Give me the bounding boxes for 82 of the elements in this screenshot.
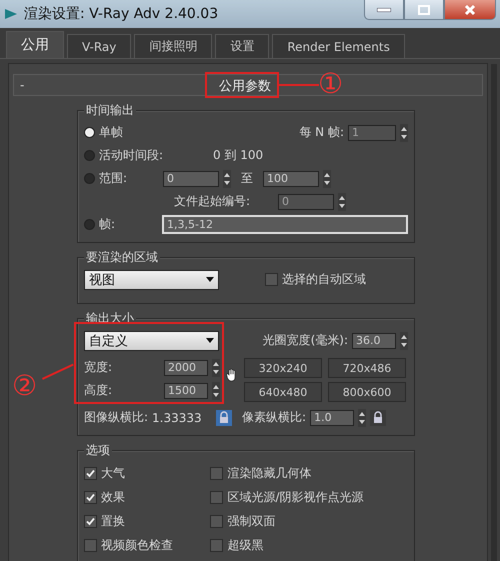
close-icon — [464, 4, 476, 16]
input-field[interactable]: 100 — [263, 170, 319, 186]
group-title: 要渲染的区域 — [84, 249, 160, 266]
aspect-value: 1.33333 — [152, 410, 203, 424]
tab[interactable]: 间接照明 — [134, 34, 212, 58]
close-button[interactable] — [444, 0, 496, 20]
checkbox[interactable] — [210, 466, 224, 480]
checkbox-label: 渲染隐藏几何体 — [227, 464, 312, 482]
spinner-button[interactable] — [223, 170, 231, 188]
checkbox-label: 视频颜色检查 — [101, 536, 173, 554]
radio-button[interactable] — [84, 127, 95, 138]
lock-icon[interactable] — [370, 410, 386, 426]
field-label: 文件起始编号: — [174, 193, 252, 210]
hand-cursor-icon — [226, 366, 238, 384]
tab[interactable]: 设置 — [215, 34, 270, 58]
spinner-button[interactable] — [212, 358, 220, 376]
field-label: 高度: — [84, 382, 114, 399]
input-field[interactable]: 0 — [163, 170, 219, 186]
checkbox-label: 置换 — [101, 512, 125, 530]
option-label: 活动时间段: — [99, 147, 164, 164]
minimize-icon — [377, 8, 391, 12]
radio-button[interactable] — [84, 173, 95, 184]
spinner-button[interactable] — [212, 382, 220, 400]
field-label: 图像纵横比: — [84, 409, 148, 426]
spinner-button[interactable] — [323, 170, 331, 188]
option-label: 范围: — [99, 170, 128, 187]
option-label: 单帧 — [99, 124, 123, 141]
preset-button[interactable]: 800x600 — [328, 382, 406, 402]
group-title: 时间输出 — [84, 102, 136, 119]
preset-button[interactable]: 720x486 — [328, 358, 406, 378]
radio-button[interactable] — [84, 150, 95, 161]
preset-button[interactable]: 640x480 — [244, 382, 322, 402]
input-field[interactable]: 1,3,5-12 — [162, 215, 408, 234]
input-field[interactable]: 36.0 — [352, 332, 396, 348]
checkbox[interactable] — [210, 538, 224, 552]
checkbox-label: 强制双面 — [227, 512, 276, 530]
minimize-button[interactable] — [364, 0, 404, 20]
window-title: 渲染设置: V-Ray Adv 2.40.03 — [24, 5, 218, 23]
rollout-title: 公用参数 — [219, 78, 271, 95]
preset-button[interactable]: 320x240 — [244, 358, 322, 378]
checkbox-label: 区域光源/阴影视作点光源 — [227, 488, 364, 506]
collapse-toggle[interactable]: - — [14, 78, 40, 92]
range-text: 0 到 100 — [213, 147, 264, 164]
lock-icon[interactable] — [216, 410, 232, 426]
maximize-button[interactable] — [404, 0, 444, 20]
maximize-icon — [418, 4, 430, 14]
field-label: 像素纵横比: — [242, 409, 306, 426]
caret-icon — [206, 277, 214, 282]
input-field[interactable]: 1.0 — [310, 410, 354, 426]
checkbox-label: 大气 — [101, 464, 125, 482]
spinner-button[interactable] — [400, 332, 408, 350]
spinner-button[interactable] — [400, 124, 408, 142]
radio-button[interactable] — [84, 219, 95, 230]
leader-line — [279, 84, 319, 86]
dropdown[interactable]: 视图 — [84, 270, 219, 290]
checkbox-label: 效果 — [101, 488, 125, 506]
group-title: 选项 — [84, 442, 112, 459]
checkbox[interactable] — [210, 514, 224, 528]
tab[interactable]: 公用 — [6, 31, 64, 58]
tab[interactable]: Render Elements — [272, 34, 405, 58]
checkbox[interactable] — [84, 514, 97, 528]
spinner-button[interactable] — [338, 192, 346, 210]
checkbox[interactable] — [265, 273, 278, 286]
checkbox[interactable] — [84, 466, 97, 480]
checkbox-label: 选择的自动区域 — [282, 271, 366, 288]
app-icon — [4, 7, 18, 21]
field-label: 光圈宽度(毫米): — [262, 332, 348, 349]
caret-icon — [206, 338, 214, 343]
field-label: 每 N 帧: — [299, 124, 344, 141]
checkbox[interactable] — [84, 538, 97, 552]
input-field[interactable]: 2000 — [164, 360, 208, 376]
annotation-number: ② — [12, 372, 38, 400]
input-field[interactable]: 1500 — [164, 382, 208, 398]
checkbox-label: 超级黑 — [227, 536, 264, 554]
field-label: 至 — [241, 170, 253, 187]
spinner-button[interactable] — [358, 408, 366, 426]
dropdown[interactable]: 自定义 — [84, 330, 219, 350]
option-label: 帧: — [99, 216, 116, 233]
checkbox[interactable] — [84, 490, 97, 504]
field-label: 宽度: — [84, 359, 114, 376]
checkbox[interactable] — [210, 490, 224, 504]
tab[interactable]: V-Ray — [67, 34, 132, 58]
